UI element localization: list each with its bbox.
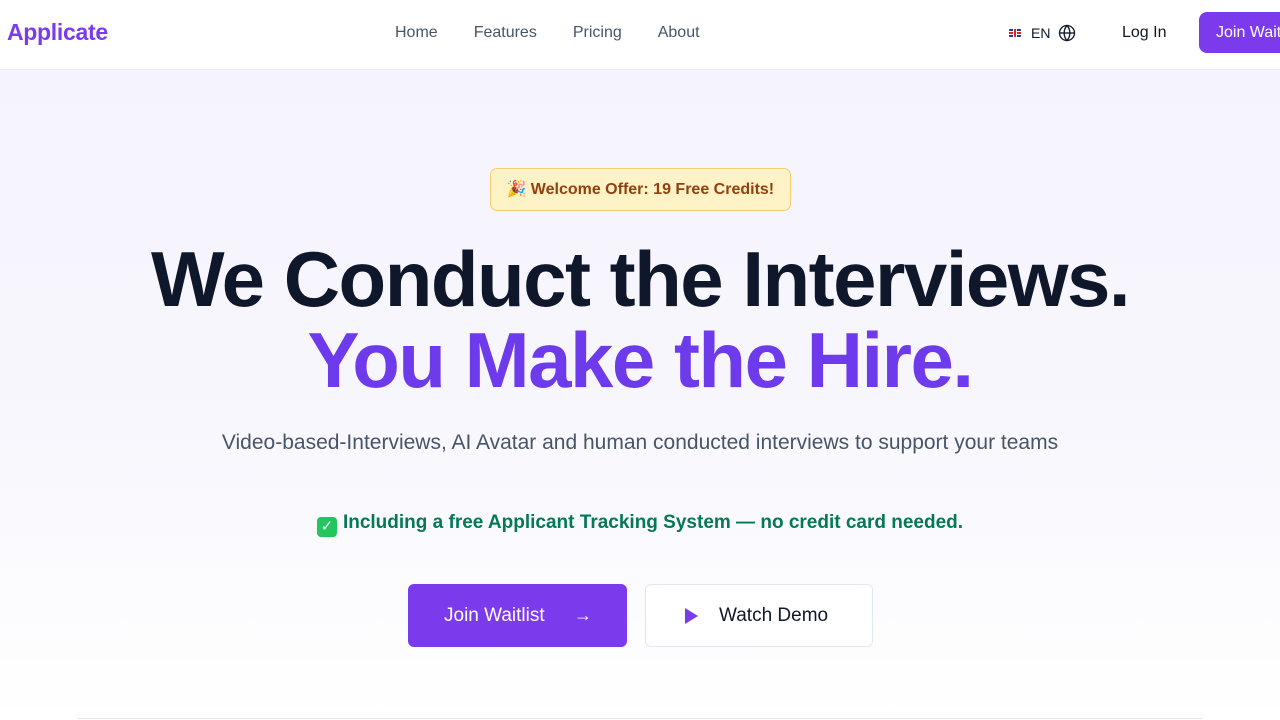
globe-icon [1059, 24, 1076, 42]
nav-features[interactable]: Features [474, 23, 537, 43]
offer-text: Welcome Offer: 19 Free Credits! [530, 181, 775, 198]
nav-pricing[interactable]: Pricing [573, 23, 622, 43]
headline-line-2: You Make the Hire. [307, 316, 974, 404]
hero-subtitle: Video-based-Interviews, AI Avatar and hu… [221, 431, 1059, 454]
language-selector[interactable]: EN [1009, 23, 1076, 43]
ats-note: ✓ Including a free Applicant Tracking Sys… [0, 510, 1280, 537]
nav-about[interactable]: About [658, 23, 700, 43]
main-nav: Home Features Pricing About [395, 23, 736, 43]
join-waitlist-label: Join Waitlist [444, 605, 545, 626]
welcome-offer-badge: 🎉 Welcome Offer: 19 Free Credits! [490, 168, 791, 211]
logo[interactable]: Applicate [7, 19, 108, 46]
arrow-right-icon: → [574, 605, 592, 625]
party-icon: 🎉 [506, 181, 527, 198]
nav-home[interactable]: Home [395, 23, 438, 43]
ats-note-text: Including a free Applicant Tracking Syst… [342, 512, 964, 533]
login-link[interactable]: Log In [1122, 22, 1166, 44]
play-icon [685, 608, 698, 624]
headline-line-1: We Conduct the Interviews. [150, 235, 1131, 323]
hero-section: 🎉 Welcome Offer: 19 Free Credits! We Cond… [0, 70, 1280, 720]
check-icon: ✓ [316, 517, 337, 537]
language-code: EN [1031, 25, 1051, 41]
join-waitlist-button[interactable]: Join Waitlist → [408, 584, 627, 647]
watch-demo-label: Watch Demo [719, 605, 829, 626]
join-waitlist-header-button[interactable]: Join Waitlist [1199, 12, 1280, 53]
site-header: Applicate Home Features Pricing About EN… [0, 0, 1280, 70]
section-divider [78, 718, 1202, 719]
watch-demo-button[interactable]: Watch Demo [645, 584, 873, 647]
uk-flag-icon [1009, 29, 1021, 37]
